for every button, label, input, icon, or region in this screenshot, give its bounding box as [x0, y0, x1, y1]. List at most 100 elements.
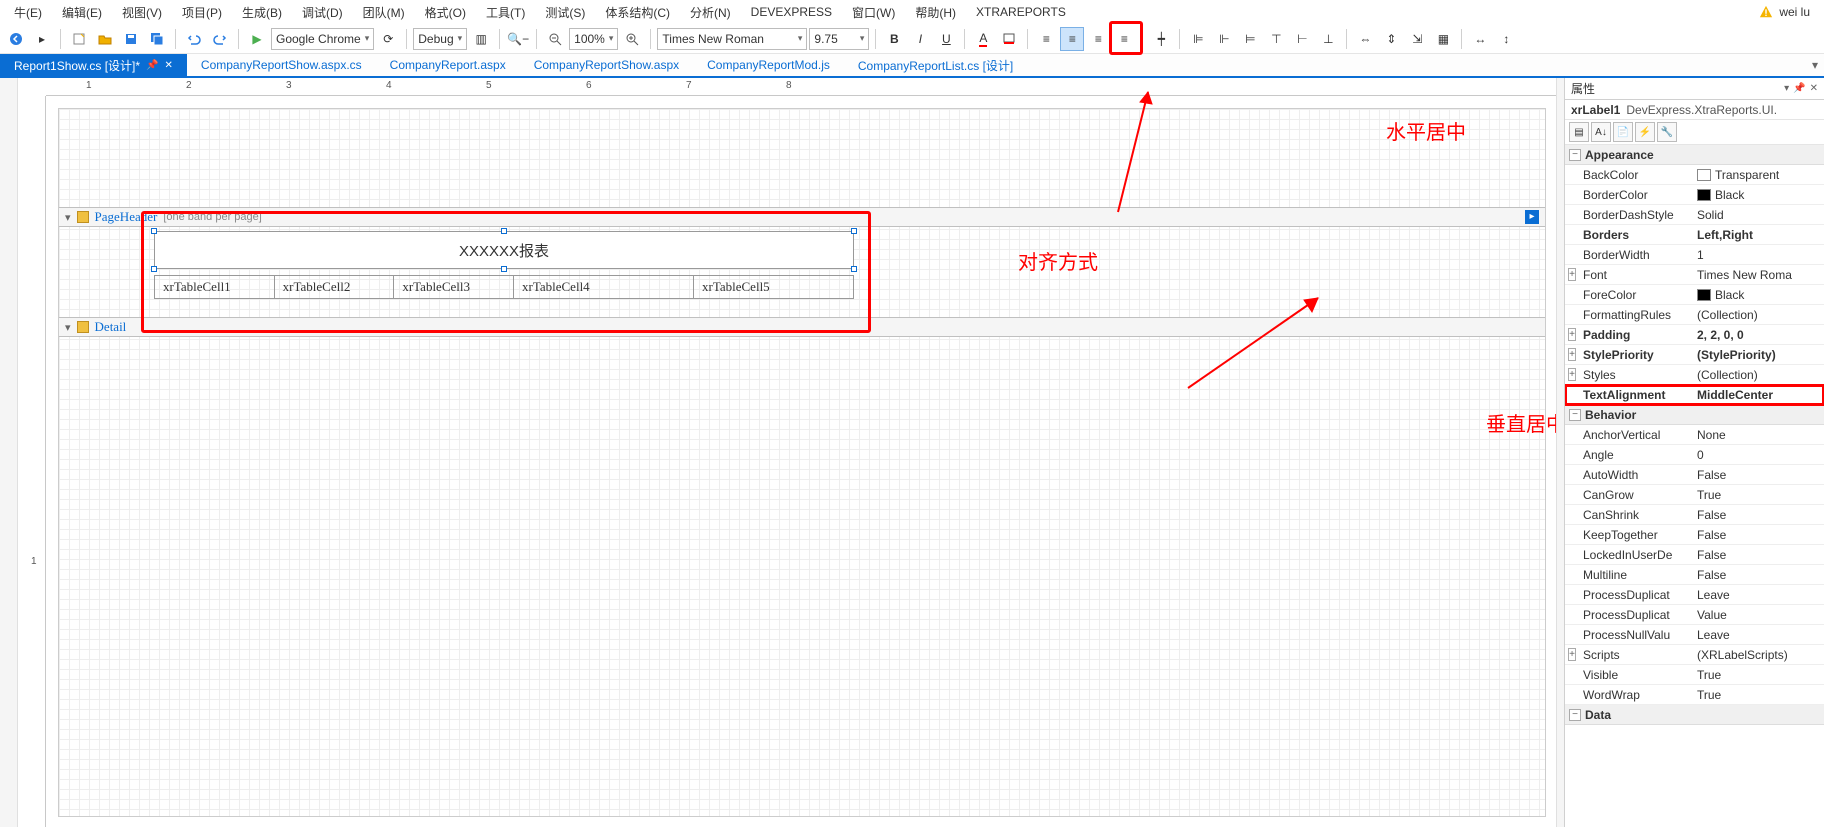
xrtable[interactable]: xrTableCell1 xrTableCell2 xrTableCell3 x… [154, 275, 854, 299]
properties-title-bar[interactable]: 属性 ▾📌✕ [1565, 78, 1824, 100]
property-value[interactable]: True [1693, 688, 1824, 702]
property-row[interactable]: +Scripts(XRLabelScripts) [1565, 645, 1824, 665]
property-row[interactable]: CanShrinkFalse [1565, 505, 1824, 525]
property-value[interactable]: True [1693, 668, 1824, 682]
property-value[interactable]: 2, 2, 0, 0 [1693, 328, 1824, 342]
property-row[interactable]: ProcessDuplicatLeave [1565, 585, 1824, 605]
property-row[interactable]: MultilineFalse [1565, 565, 1824, 585]
hspace-button[interactable]: ↔ [1468, 27, 1492, 51]
pin-icon[interactable]: 📌 [146, 60, 158, 71]
property-value[interactable]: False [1693, 568, 1824, 582]
menu-build[interactable]: 生成(B) [232, 2, 292, 23]
category-behavior[interactable]: −Behavior [1565, 405, 1824, 425]
tab-companyreportshow-aspx[interactable]: CompanyReportShow.aspx [520, 55, 693, 75]
undo-button[interactable] [182, 27, 206, 51]
menu-edit[interactable]: 编辑(E) [52, 2, 112, 23]
property-row[interactable]: LockedInUserDeFalse [1565, 545, 1824, 565]
resize-handle[interactable] [151, 228, 157, 234]
events-button[interactable]: ⚡ [1635, 122, 1655, 142]
property-row[interactable]: BorderWidth1 [1565, 245, 1824, 265]
size-to-grid-button[interactable]: ▦ [1431, 27, 1455, 51]
property-row[interactable]: KeepTogetherFalse [1565, 525, 1824, 545]
property-row[interactable]: BorderColorBlack [1565, 185, 1824, 205]
expand-icon[interactable]: + [1568, 348, 1576, 361]
tab-report1show[interactable]: Report1Show.cs [设计]*📌✕ [0, 54, 187, 77]
tab-companyreportshow-cs[interactable]: CompanyReportShow.aspx.cs [187, 55, 376, 75]
save-all-button[interactable] [145, 27, 169, 51]
font-color-button[interactable]: A [971, 27, 995, 51]
close-icon[interactable]: ✕ [165, 60, 173, 71]
selected-object-row[interactable]: xrLabel1 DevExpress.XtraReports.UI. [1565, 100, 1824, 120]
property-row[interactable]: ForeColorBlack [1565, 285, 1824, 305]
property-value[interactable]: None [1693, 428, 1824, 442]
property-row[interactable]: BordersLeft,Right [1565, 225, 1824, 245]
align-left-button[interactable]: ≡ [1034, 27, 1058, 51]
property-value[interactable]: Leave [1693, 628, 1824, 642]
smart-tag-icon[interactable]: ▸ [1525, 210, 1539, 224]
menu-team[interactable]: 团队(M) [353, 2, 415, 23]
expand-icon[interactable]: + [1568, 268, 1576, 281]
zoom-select[interactable]: 100%▾ [569, 28, 618, 50]
property-row[interactable]: FormattingRules(Collection) [1565, 305, 1824, 325]
property-row[interactable]: AutoWidthFalse [1565, 465, 1824, 485]
menu-devexpress[interactable]: DEVEXPRESS [741, 3, 842, 21]
align-centers-button[interactable]: ⊩ [1212, 27, 1236, 51]
menu-analyze[interactable]: 分析(N) [680, 2, 741, 23]
property-row[interactable]: AnchorVerticalNone [1565, 425, 1824, 445]
bold-button[interactable]: B [882, 27, 906, 51]
resize-handle[interactable] [501, 266, 507, 272]
wrench-button[interactable]: 🔧 [1657, 122, 1677, 142]
expand-icon[interactable]: + [1568, 368, 1576, 381]
property-row[interactable]: ProcessNullValuLeave [1565, 625, 1824, 645]
collapse-icon[interactable]: − [1569, 409, 1581, 421]
pageheader-band-header[interactable]: ▾ PageHeader [one band per page] ▸ [59, 207, 1545, 227]
config-select[interactable]: Debug▾ [413, 28, 467, 50]
property-value[interactable]: Transparent [1693, 168, 1824, 182]
save-button[interactable] [119, 27, 143, 51]
menu-format[interactable]: 格式(O) [415, 2, 476, 23]
property-row[interactable]: +Styles(Collection) [1565, 365, 1824, 385]
property-value[interactable]: False [1693, 548, 1824, 562]
property-value[interactable]: (Collection) [1693, 308, 1824, 322]
property-row[interactable]: VisibleTrue [1565, 665, 1824, 685]
new-item-button[interactable] [67, 27, 91, 51]
menu-file[interactable]: 牛(E) [4, 2, 52, 23]
property-value[interactable]: Times New Roma [1693, 268, 1824, 282]
left-tool-strip[interactable] [0, 78, 18, 827]
tab-overflow-button[interactable]: ▾ [1806, 58, 1824, 72]
zoom-out-2-button[interactable] [543, 27, 567, 51]
property-row[interactable]: ProcessDuplicatValue [1565, 605, 1824, 625]
property-value[interactable]: Solid [1693, 208, 1824, 222]
collapse-icon[interactable]: − [1569, 709, 1581, 721]
align-bottoms-button[interactable]: ⊥ [1316, 27, 1340, 51]
property-value[interactable]: (XRLabelScripts) [1693, 648, 1824, 662]
align-justify-button[interactable]: ≡ [1112, 27, 1136, 51]
tab-companyreport-aspx[interactable]: CompanyReport.aspx [376, 55, 520, 75]
collapse-icon[interactable]: ▾ [65, 321, 71, 334]
property-value[interactable]: False [1693, 528, 1824, 542]
fill-color-button[interactable] [997, 27, 1021, 51]
italic-button[interactable]: I [908, 27, 932, 51]
property-row[interactable]: +FontTimes New Roma [1565, 265, 1824, 285]
expand-icon[interactable]: + [1568, 328, 1576, 341]
zoom-in-button[interactable] [620, 27, 644, 51]
design-surface[interactable]: ▾ PageHeader [one band per page] ▸ XXXXX… [58, 108, 1546, 817]
dropdown-icon[interactable]: ▾ [1784, 83, 1789, 94]
nav-back-button[interactable] [4, 27, 28, 51]
property-row[interactable]: CanGrowTrue [1565, 485, 1824, 505]
menu-architecture[interactable]: 体系结构(C) [595, 2, 680, 23]
refresh-button[interactable]: ⟳ [376, 27, 400, 51]
same-size-button[interactable]: ⇲ [1405, 27, 1429, 51]
menu-help[interactable]: 帮助(H) [905, 2, 966, 23]
align-right-button[interactable]: ≡ [1086, 27, 1110, 51]
browser-select[interactable]: Google Chrome▾ [271, 28, 374, 50]
property-grid[interactable]: −Appearance BackColorTransparentBorderCo… [1565, 145, 1824, 827]
pin-icon[interactable]: 📌 [1793, 83, 1805, 94]
resize-handle[interactable] [851, 266, 857, 272]
run-button[interactable]: ▶ [245, 27, 269, 51]
property-row[interactable]: TextAlignmentMiddleCenter [1565, 385, 1824, 405]
property-value[interactable]: True [1693, 488, 1824, 502]
property-value[interactable]: (Collection) [1693, 368, 1824, 382]
same-width-button[interactable]: ⇔ [1353, 27, 1377, 51]
layers-button[interactable]: ▥ [469, 27, 493, 51]
